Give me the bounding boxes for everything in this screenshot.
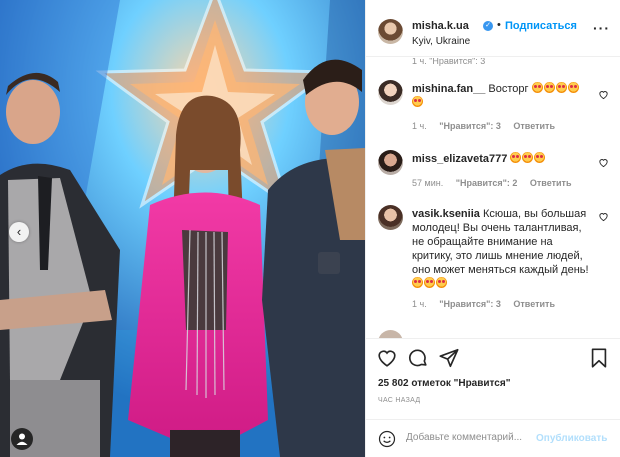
commenter-username[interactable]: miss_elizaveta777 xyxy=(412,153,507,165)
commenter-avatar[interactable] xyxy=(378,150,403,175)
commenter-username[interactable]: vasik.kseniia xyxy=(412,208,480,220)
follow-button[interactable]: Подписаться xyxy=(505,20,577,32)
reply-button[interactable]: Ответить xyxy=(513,121,555,131)
photo-scene xyxy=(0,0,365,457)
comment-body: mishina.fan__ Восторг xyxy=(412,82,592,110)
user-icon xyxy=(16,433,28,445)
cut-off-comment-meta: 1 ч. "Нравится": 3 xyxy=(412,58,486,66)
comment-meta: 57 мин. "Нравится": 2 Ответить xyxy=(412,178,581,188)
reply-button[interactable]: Ответить xyxy=(513,299,555,309)
add-comment-bar: Опубликовать xyxy=(366,419,620,457)
post-header: misha.k.ua ✓ • Подписаться Kyiv, Ukraine… xyxy=(366,0,620,57)
comment-likes[interactable]: "Нравится": 3 xyxy=(439,299,501,309)
reply-button[interactable]: Ответить xyxy=(530,178,572,188)
like-comment-icon[interactable] xyxy=(598,157,609,168)
comment-icon[interactable] xyxy=(407,347,429,369)
comment-emojis xyxy=(510,152,546,165)
comment-time[interactable]: 57 мин. xyxy=(412,178,443,188)
comment-meta: 1 ч. "Нравится": 3 Ответить xyxy=(412,121,565,131)
post-time[interactable]: ЧАС НАЗАД xyxy=(378,397,420,404)
comment-body: vasik.kseniia Ксюша, вы большая молодец!… xyxy=(412,207,592,291)
emoji-icon xyxy=(531,82,543,93)
comment-likes[interactable]: "Нравится": 3 xyxy=(439,121,501,131)
comments-list[interactable]: 1 ч. "Нравится": 3 mishina.fan__ Восторг… xyxy=(366,58,620,338)
tagged-users-button[interactable] xyxy=(11,428,33,450)
header-separator: • xyxy=(497,19,501,31)
emoji-icon xyxy=(534,152,546,163)
emoji-icon xyxy=(543,82,555,93)
heart-icon[interactable] xyxy=(376,347,398,369)
comment-likes[interactable]: "Нравится": 2 xyxy=(456,178,518,188)
like-comment-icon[interactable] xyxy=(598,211,609,222)
emoji-icon xyxy=(412,96,423,107)
comment-emojis xyxy=(412,277,448,290)
commenter-username[interactable]: mishina.fan__ xyxy=(412,83,485,95)
emoji-icon xyxy=(555,82,567,93)
emoji-picker-icon[interactable] xyxy=(378,430,396,448)
post-side-panel: misha.k.ua ✓ • Подписаться Kyiv, Ukraine… xyxy=(365,0,620,457)
emoji-icon xyxy=(510,152,522,163)
author-username[interactable]: misha.k.ua xyxy=(412,20,469,32)
emoji-icon xyxy=(424,277,435,288)
comment-meta: 1 ч. "Нравится": 3 Ответить xyxy=(412,299,565,309)
author-avatar[interactable] xyxy=(378,19,403,44)
comment-text: Восторг xyxy=(488,83,529,95)
post-actions xyxy=(366,338,620,378)
comment-time[interactable]: 1 ч. xyxy=(412,121,427,131)
bookmark-icon[interactable] xyxy=(588,347,610,369)
commenter-avatar[interactable] xyxy=(378,330,403,338)
previous-photo-button[interactable]: ‹ xyxy=(9,222,29,242)
like-comment-icon[interactable] xyxy=(598,89,609,100)
post-photo[interactable]: ‹ xyxy=(0,0,365,457)
more-options-icon[interactable]: ··· xyxy=(593,20,610,36)
emoji-icon xyxy=(522,152,534,163)
emoji-icon xyxy=(567,82,579,93)
emoji-icon xyxy=(412,277,423,288)
comment-input[interactable] xyxy=(406,432,531,443)
comment-time[interactable]: 1 ч. xyxy=(412,299,427,309)
post-location[interactable]: Kyiv, Ukraine xyxy=(412,36,470,47)
commenter-avatar[interactable] xyxy=(378,205,403,230)
publish-button[interactable]: Опубликовать xyxy=(536,433,607,444)
comment-body: miss_elizaveta777 xyxy=(412,152,592,166)
share-icon[interactable] xyxy=(438,347,460,369)
emoji-icon xyxy=(436,277,447,288)
verified-badge-icon: ✓ xyxy=(483,21,493,31)
commenter-avatar[interactable] xyxy=(378,80,403,105)
likes-count[interactable]: 25 802 отметок "Нравится" xyxy=(378,378,510,389)
